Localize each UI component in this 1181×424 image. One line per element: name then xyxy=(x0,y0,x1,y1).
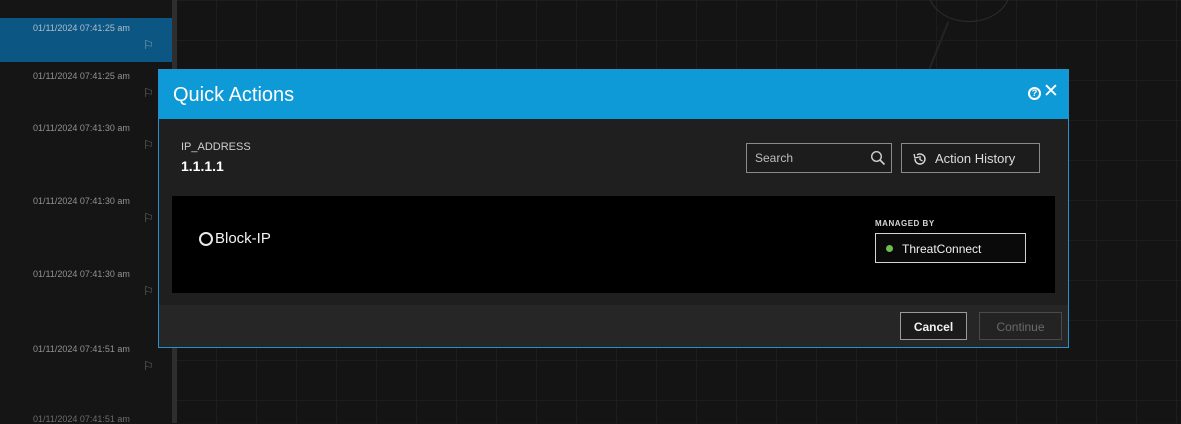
field-label: IP_ADDRESS xyxy=(181,141,251,153)
managed-by-name: ThreatConnect xyxy=(902,242,982,256)
dialog-title: Quick Actions xyxy=(173,84,295,106)
action-history-button[interactable]: Action History xyxy=(901,143,1040,173)
dialog-header: Quick Actions ? ✕ xyxy=(159,70,1068,119)
search-box xyxy=(746,143,892,173)
status-dot-icon xyxy=(886,245,893,252)
help-icon[interactable]: ? xyxy=(1028,87,1041,100)
action-list: Block-IP MANAGED BY ThreatConnect xyxy=(172,196,1055,293)
continue-button[interactable]: Continue xyxy=(979,312,1062,340)
block-ip-radio[interactable] xyxy=(199,232,213,246)
history-icon xyxy=(913,153,926,165)
quick-actions-dialog: Quick Actions ? ✕ IP_ADDRESS 1.1.1.1 Act… xyxy=(158,69,1069,348)
field-value: 1.1.1.1 xyxy=(181,158,224,174)
search-icon[interactable] xyxy=(870,150,886,166)
action-label[interactable]: Block-IP xyxy=(215,230,271,247)
close-icon[interactable]: ✕ xyxy=(1043,82,1059,102)
managed-by-badge: ThreatConnect xyxy=(875,233,1026,263)
dialog-footer: Cancel Continue xyxy=(159,305,1068,347)
search-input[interactable] xyxy=(747,144,881,172)
managed-by-label: MANAGED BY xyxy=(875,219,935,228)
action-history-label: Action History xyxy=(935,151,1016,166)
cancel-button[interactable]: Cancel xyxy=(900,312,967,340)
